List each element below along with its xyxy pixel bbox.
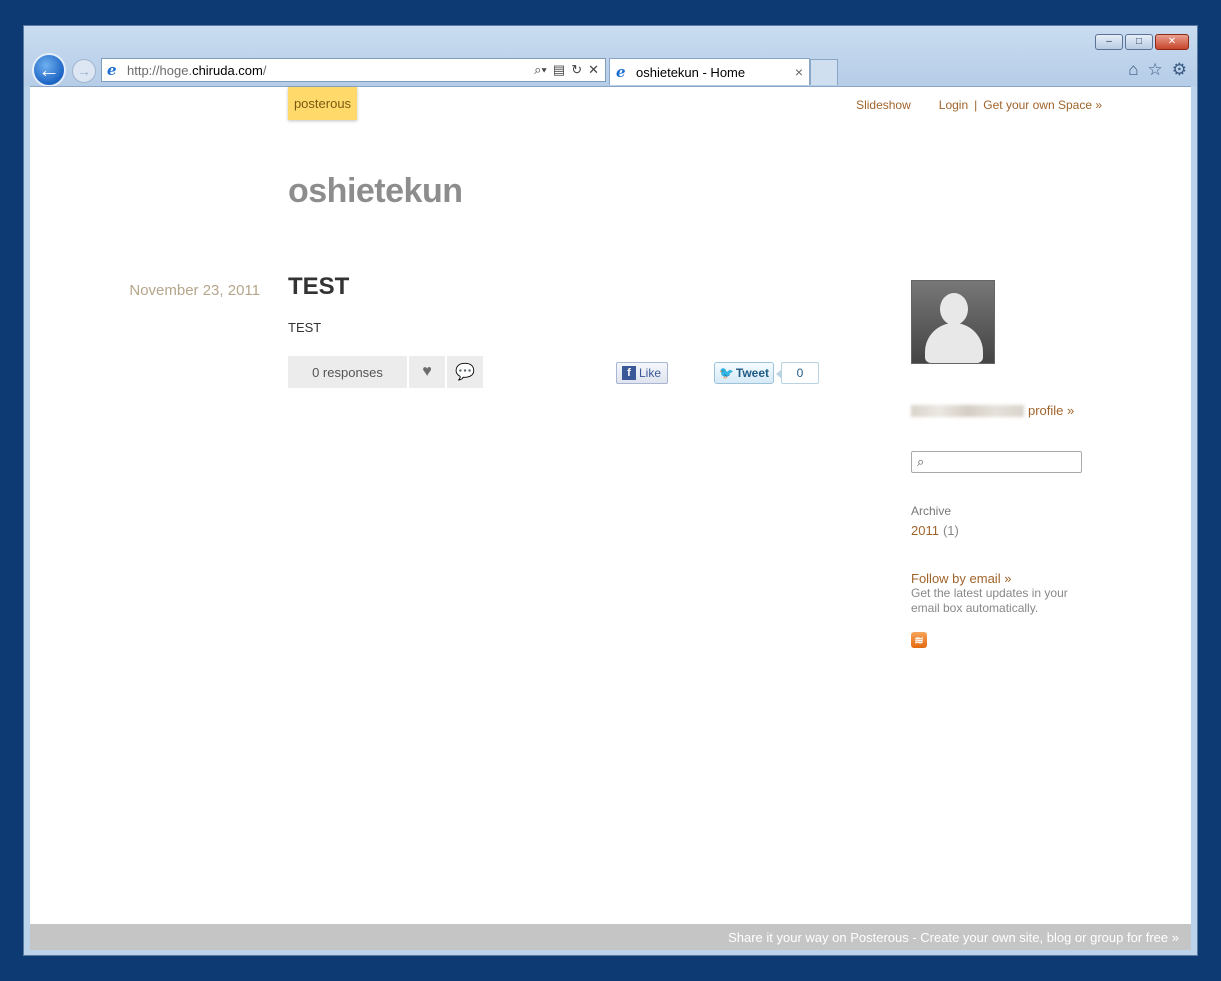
facebook-icon: f [622, 366, 636, 380]
search-input[interactable]: ⌕ [911, 451, 1082, 473]
favorites-star-icon[interactable]: ☆ [1148, 60, 1163, 80]
heart-icon[interactable]: ♥ [409, 356, 445, 388]
twitter-bird-icon: 🐦 [718, 366, 734, 380]
archive-item[interactable]: 2011 (1) [911, 523, 959, 538]
rss-icon[interactable]: ≋ [911, 632, 927, 648]
tab-oshietekun-home[interactable]: e oshietekun - Home × [609, 58, 810, 85]
footer-bar: Share it your way on Posterous - Create … [30, 924, 1191, 950]
responses-button[interactable]: 0 responses [288, 356, 407, 388]
profile-link-label: profile » [1028, 403, 1075, 418]
post-title[interactable]: TEST [288, 273, 349, 301]
url-prefix: http://hoge. [127, 62, 193, 78]
archive-label: Archive [911, 504, 952, 518]
gear-icon[interactable]: ⚙ [1172, 60, 1187, 80]
avatar-placeholder-icon[interactable] [911, 280, 995, 364]
address-tools: ⌕▾ ▤ ↻ ✕ [534, 62, 605, 78]
follow-by-email-link[interactable]: Follow by email » [911, 571, 1011, 586]
close-icon[interactable]: × [795, 64, 803, 80]
post-body: TEST [288, 320, 322, 335]
restore-button[interactable]: □ [1125, 34, 1153, 50]
page-viewport: posterous Slideshow Login | Get your own… [30, 86, 1191, 950]
footer-link[interactable]: Share it your way on Posterous - Create … [728, 930, 1179, 945]
post-date: November 23, 2011 [129, 282, 260, 299]
url-domain: chiruda.com [192, 62, 263, 78]
facebook-like-button[interactable]: f Like [616, 362, 668, 384]
ie-icon: e [616, 62, 626, 81]
tweet-label: Tweet [735, 366, 770, 380]
browser-window: – □ ✕ ← → e http://hoge. chiruda.com / ⌕▾ … [23, 25, 1198, 956]
tweet-button[interactable]: 🐦 Tweet [714, 362, 774, 384]
url-suffix: / [262, 62, 267, 78]
close-window-button[interactable]: ✕ [1155, 34, 1189, 50]
new-tab-button[interactable] [810, 59, 838, 85]
nav-divider: | [974, 98, 978, 112]
login-link[interactable]: Login [939, 98, 968, 112]
address-bar[interactable]: e http://hoge. chiruda.com / ⌕▾ ▤ ↻ ✕ [101, 58, 606, 82]
compat-view-icon[interactable]: ▤ [553, 62, 565, 78]
tweet-count: 0 [776, 362, 819, 384]
back-arrow-icon[interactable]: ← [32, 53, 66, 87]
forward-arrow-icon[interactable]: → [72, 59, 96, 83]
avatar-head [940, 293, 968, 325]
comment-icon[interactable]: 💬 [447, 356, 483, 388]
get-space-link[interactable]: Get your own Space » [983, 98, 1102, 112]
follow-description: Get the latest updates in your email box… [911, 586, 1068, 615]
avatar-body [925, 323, 983, 363]
browser-titlebar: – □ ✕ ← → e http://hoge. chiruda.com / ⌕▾ … [24, 26, 1197, 87]
stop-icon[interactable]: ✕ [588, 62, 599, 78]
ie-icon: e [107, 60, 117, 79]
like-label: Like [639, 366, 662, 380]
home-icon[interactable]: ⌂ [1128, 60, 1138, 80]
archive-year[interactable]: 2011 [911, 523, 939, 538]
archive-count: (1) [942, 523, 959, 538]
profile-link[interactable]: profile » [911, 403, 1074, 418]
minimize-button[interactable]: – [1095, 34, 1123, 50]
refresh-icon[interactable]: ↻ [571, 62, 582, 78]
top-nav: Slideshow Login | Get your own Space » [856, 98, 1102, 112]
blurred-author-name [911, 404, 1024, 417]
post-actions: 0 responses ♥ 💬 [288, 356, 483, 388]
window-controls: – □ ✕ [1095, 34, 1189, 50]
posterous-logo[interactable]: posterous [288, 87, 357, 120]
slideshow-link[interactable]: Slideshow [856, 98, 911, 112]
search-icon: ⌕ [917, 454, 925, 469]
search-icon[interactable]: ⌕▾ [534, 62, 547, 78]
site-title[interactable]: oshietekun [288, 172, 463, 211]
tab-title: oshietekun - Home [636, 64, 746, 80]
browser-right-tools: ⌂ ☆ ⚙ [1128, 60, 1187, 80]
